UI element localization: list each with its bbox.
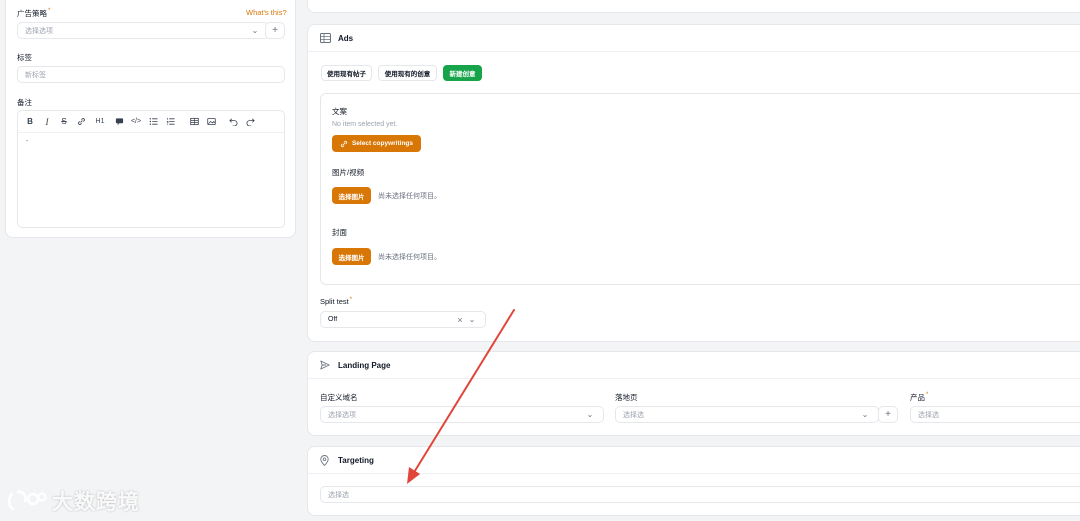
watermark-text: 大数跨境 <box>52 491 140 514</box>
watermark-logo-icon <box>7 490 47 511</box>
watermark: 大数跨境 <box>6 486 140 516</box>
annotation-arrow <box>407 309 515 484</box>
